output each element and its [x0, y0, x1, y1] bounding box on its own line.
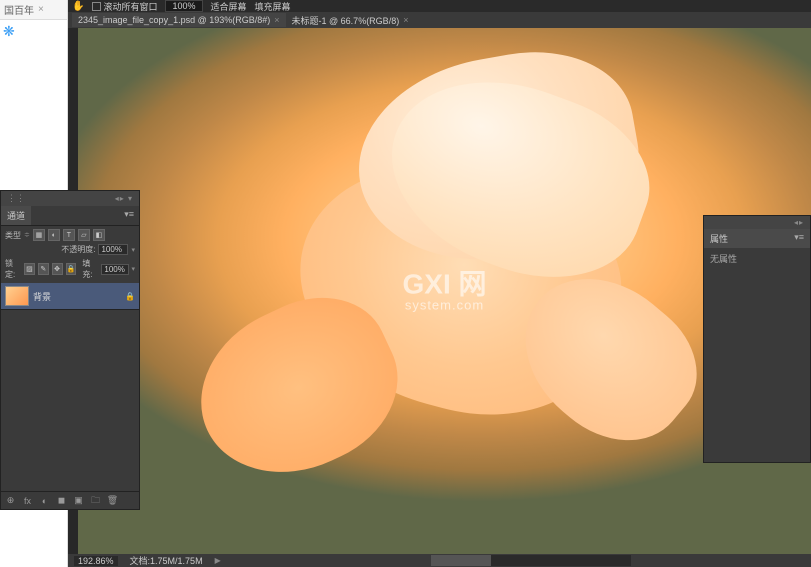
status-zoom-input[interactable]: 192.86%	[74, 556, 118, 566]
checkbox-icon	[92, 2, 101, 11]
filter-type-icon[interactable]: T	[63, 229, 75, 241]
tab-channels[interactable]: 通道	[1, 206, 31, 225]
layer-list: 背景 🔒	[1, 283, 139, 310]
layer-item[interactable]: 背景 🔒	[1, 283, 139, 310]
document-tab[interactable]: 未标题-1 @ 66.7%(RGB/8) ×	[286, 12, 415, 29]
panel-collapse-icon[interactable]: ◂▸	[794, 218, 804, 227]
watermark-main: GXI 网	[402, 271, 486, 299]
close-icon[interactable]: ×	[274, 15, 279, 25]
dropdown-icon[interactable]: ▾	[132, 265, 136, 273]
filter-smart-icon[interactable]: ◧	[93, 229, 105, 241]
properties-title: 属性	[710, 232, 728, 245]
scroll-all-windows-checkbox[interactable]: 滚动所有窗口	[92, 0, 157, 13]
document-tab-label: 未标题-1 @ 66.7%(RGB/8)	[292, 14, 400, 27]
layer-thumbnail[interactable]	[5, 286, 29, 306]
horizontal-scrollbar[interactable]	[431, 555, 631, 566]
panel-menu-icon[interactable]: ▾≡	[119, 206, 139, 225]
chevron-right-icon[interactable]: ▶	[215, 556, 221, 565]
layer-name-label[interactable]: 背景	[33, 290, 121, 303]
lock-pixels-icon[interactable]: ✎	[38, 263, 49, 275]
options-toolbar: ✋ 滚动所有窗口 100% 适合屏幕 填充屏幕	[68, 0, 811, 12]
panel-tabs: 通道 ▾≡	[1, 206, 139, 226]
fill-input[interactable]: 100%	[101, 264, 128, 275]
link-layers-icon[interactable]: ⊕	[5, 495, 16, 506]
panel-drag-grip[interactable]: ⋮⋮	[7, 193, 25, 204]
layers-panel: ⋮⋮ ◂▸ ▾ 通道 ▾≡ 类型 ≑ ▦ ◐ T ▱ ◧ 不透明度: 100% …	[0, 190, 140, 510]
group-icon[interactable]: ▣	[73, 495, 84, 506]
properties-tab[interactable]: 属性 ▾≡	[704, 229, 810, 248]
filter-adjust-icon[interactable]: ◐	[48, 229, 60, 241]
filter-type-label: 类型	[5, 230, 21, 241]
lock-all-icon[interactable]: 🔒	[66, 263, 77, 275]
canvas-area: GXI 网 system.com	[68, 28, 811, 554]
document-tab[interactable]: 2345_image_file_copy_1.psd @ 193%(RGB/8#…	[72, 13, 286, 27]
new-layer-icon[interactable]: 🗀	[90, 495, 101, 506]
status-bar: 192.86% 文档:1.75M/1.75M ▶	[68, 554, 811, 567]
opacity-input[interactable]: 100%	[98, 244, 128, 255]
scrollbar-thumb[interactable]	[431, 555, 491, 566]
panel-collapse-icon[interactable]: ◂▸ ▾	[115, 194, 133, 203]
adjustment-layer-icon[interactable]: ◼	[56, 495, 67, 506]
fit-screen-button[interactable]: 适合屏幕	[211, 0, 247, 13]
opacity-label: 不透明度:	[61, 244, 95, 255]
properties-body: 无属性	[704, 248, 810, 269]
watermark: GXI 网 system.com	[402, 271, 486, 312]
filter-shape-icon[interactable]: ▱	[78, 229, 90, 241]
layer-mask-icon[interactable]: ◐	[39, 495, 50, 506]
layers-footer: ⊕ fx ◐ ◼ ▣ 🗀 🗑	[1, 491, 139, 509]
panel-menu-icon[interactable]: ▾≡	[794, 232, 804, 245]
lock-icon[interactable]: 🔒	[125, 292, 135, 301]
no-properties-label: 无属性	[710, 254, 737, 264]
status-doc-info[interactable]: 文档:1.75M/1.75M	[130, 554, 203, 567]
dropdown-icon[interactable]: ▾	[131, 246, 135, 254]
lock-position-icon[interactable]: ✥	[52, 263, 63, 275]
canvas-image[interactable]: GXI 网 system.com	[78, 28, 811, 554]
fill-label: 填充:	[82, 258, 98, 280]
filter-pixel-icon[interactable]: ▦	[33, 229, 45, 241]
watermark-sub: system.com	[402, 299, 486, 312]
browser-tab[interactable]: 国百年 ×	[0, 0, 67, 20]
panel-header[interactable]: ◂▸	[704, 216, 810, 229]
favorite-icon[interactable]: ❋	[0, 20, 67, 43]
zoom-input[interactable]: 100%	[165, 0, 202, 12]
close-icon[interactable]: ×	[403, 15, 408, 25]
browser-tab-label: 国百年	[4, 2, 34, 17]
layer-controls: 类型 ≑ ▦ ◐ T ▱ ◧ 不透明度: 100% ▾ 锁定: ▨ ✎ ✥ 🔒 …	[1, 226, 139, 283]
scroll-all-label: 滚动所有窗口	[103, 0, 157, 13]
lock-transparency-icon[interactable]: ▨	[24, 263, 35, 275]
document-tabs: 2345_image_file_copy_1.psd @ 193%(RGB/8#…	[68, 12, 811, 28]
lock-label: 锁定:	[5, 258, 21, 280]
fx-icon[interactable]: fx	[22, 495, 33, 506]
document-tab-label: 2345_image_file_copy_1.psd @ 193%(RGB/8#…	[78, 15, 270, 25]
panel-header[interactable]: ⋮⋮ ◂▸ ▾	[1, 191, 139, 206]
hand-tool-icon[interactable]: ✋	[72, 1, 84, 12]
trash-icon[interactable]: 🗑	[107, 495, 118, 506]
dropdown-icon[interactable]: ≑	[24, 231, 30, 239]
close-icon[interactable]: ×	[38, 4, 44, 15]
properties-panel: ◂▸ 属性 ▾≡ 无属性	[703, 215, 811, 463]
